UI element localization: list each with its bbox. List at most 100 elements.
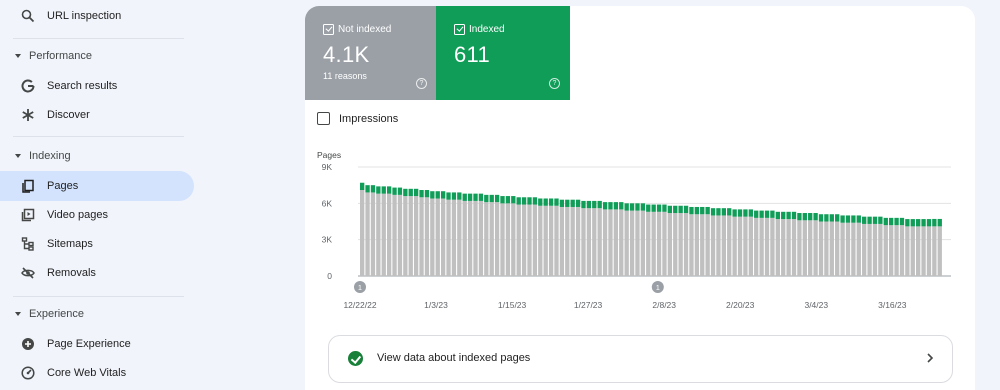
bar-indexed — [489, 194, 494, 203]
bar-indexed — [446, 192, 451, 200]
bar-not-indexed — [516, 204, 521, 276]
nav-core-web-vitals[interactable]: Core Web Vitals — [0, 358, 194, 388]
bar-indexed — [835, 214, 840, 222]
bar-not-indexed — [376, 193, 381, 276]
bar-not-indexed — [505, 203, 511, 276]
bar-indexed — [575, 199, 581, 207]
bar-not-indexed — [651, 211, 656, 276]
bar-not-indexed — [565, 206, 570, 276]
bar-not-indexed — [381, 193, 386, 276]
view-indexed-data-button[interactable]: View data about indexed pages — [328, 335, 953, 383]
bar-not-indexed — [397, 194, 403, 276]
annotation-label: 1 — [358, 283, 362, 292]
nav-sitemaps[interactable]: Sitemaps — [0, 229, 194, 259]
checkbox-checked-icon[interactable] — [454, 24, 465, 35]
bar-indexed — [397, 187, 403, 195]
bar-indexed — [662, 204, 667, 212]
bar-indexed — [894, 217, 899, 226]
bar-not-indexed — [797, 220, 802, 276]
bar-indexed — [360, 182, 365, 191]
bar-not-indexed — [878, 223, 883, 276]
bar-indexed — [538, 198, 543, 206]
bar-indexed — [872, 216, 878, 224]
bar-not-indexed — [430, 198, 435, 276]
bar-not-indexed — [484, 202, 489, 276]
bar-not-indexed — [710, 215, 716, 276]
bar-indexed — [457, 192, 462, 200]
nav-pages[interactable]: Pages — [0, 171, 194, 201]
bar-not-indexed — [673, 213, 678, 276]
bar-not-indexed — [835, 221, 840, 276]
bar-indexed — [748, 209, 753, 217]
bar-not-indexed — [408, 196, 413, 276]
bar-indexed — [710, 208, 716, 216]
nav-search-results[interactable]: Search results — [0, 71, 194, 101]
bar-indexed — [808, 213, 813, 221]
bar-not-indexed — [548, 205, 554, 276]
x-tick-label: 3/4/23 — [804, 300, 828, 310]
bar-not-indexed — [419, 197, 424, 276]
bar-not-indexed — [613, 209, 619, 276]
bar-not-indexed — [424, 197, 430, 276]
bar-indexed — [683, 205, 689, 214]
indexed-tile[interactable]: Indexed 611 ? — [436, 6, 570, 100]
help-icon[interactable]: ? — [416, 78, 427, 89]
bar-indexed — [494, 194, 500, 203]
bar-not-indexed — [818, 221, 824, 276]
nav-discover[interactable]: Discover — [0, 100, 194, 130]
bar-indexed — [916, 219, 921, 227]
nav-video-pages[interactable]: Video pages — [0, 200, 194, 230]
nav-page-experience[interactable]: Page Experience — [0, 329, 194, 359]
bar-not-indexed — [662, 211, 667, 276]
nav-url-inspection[interactable]: URL inspection — [0, 1, 194, 31]
bar-not-indexed — [624, 210, 629, 276]
bar-not-indexed — [435, 198, 440, 276]
divider — [13, 296, 184, 297]
section-label: Experience — [29, 308, 85, 320]
bar-indexed — [484, 194, 489, 203]
nav-url-inspection-label: URL inspection — [47, 10, 122, 22]
bar-indexed — [376, 186, 381, 194]
not-indexed-tile[interactable]: Not indexed 4.1K 11 reasons ? — [305, 6, 436, 100]
bar-not-indexed — [467, 200, 473, 276]
bar-not-indexed — [732, 216, 737, 276]
checkbox-checked-icon[interactable] — [323, 24, 334, 35]
help-icon[interactable]: ? — [549, 78, 560, 89]
x-tick-label: 2/20/23 — [726, 300, 755, 310]
bar-not-indexed — [781, 219, 786, 276]
bar-indexed — [424, 190, 430, 198]
bar-not-indexed — [932, 226, 937, 276]
bar-indexed — [716, 208, 721, 216]
bar-indexed — [548, 198, 554, 206]
bar-indexed — [624, 203, 629, 211]
bar-not-indexed — [851, 222, 856, 276]
y-tick-label: 0 — [327, 271, 332, 281]
bar-indexed — [635, 203, 640, 211]
check-circle-icon — [348, 351, 363, 366]
bar-indexed — [467, 193, 473, 201]
bar-indexed — [505, 196, 511, 204]
bar-not-indexed — [700, 214, 705, 276]
bar-not-indexed — [813, 220, 818, 276]
bar-indexed — [937, 218, 942, 227]
bar-not-indexed — [824, 221, 829, 276]
bar-not-indexed — [829, 221, 834, 276]
nav-removals[interactable]: Removals — [0, 258, 194, 288]
bar-not-indexed — [586, 208, 592, 276]
bar-not-indexed — [473, 200, 478, 276]
bar-indexed — [910, 219, 915, 227]
y-tick-label: 9K — [322, 162, 333, 172]
bar-indexed — [802, 213, 807, 221]
impressions-checkbox[interactable] — [317, 112, 330, 125]
bar-not-indexed — [867, 223, 872, 276]
chevron-right-icon — [927, 353, 934, 363]
bar-not-indexed — [386, 193, 392, 276]
bar-not-indexed — [597, 208, 602, 276]
bar-not-indexed — [365, 192, 370, 276]
bar-indexed — [878, 216, 883, 224]
divider — [13, 136, 184, 137]
bar-indexed — [613, 202, 619, 210]
bar-not-indexed — [894, 225, 899, 276]
bar-indexed — [700, 206, 705, 215]
bar-indexed — [764, 210, 770, 218]
